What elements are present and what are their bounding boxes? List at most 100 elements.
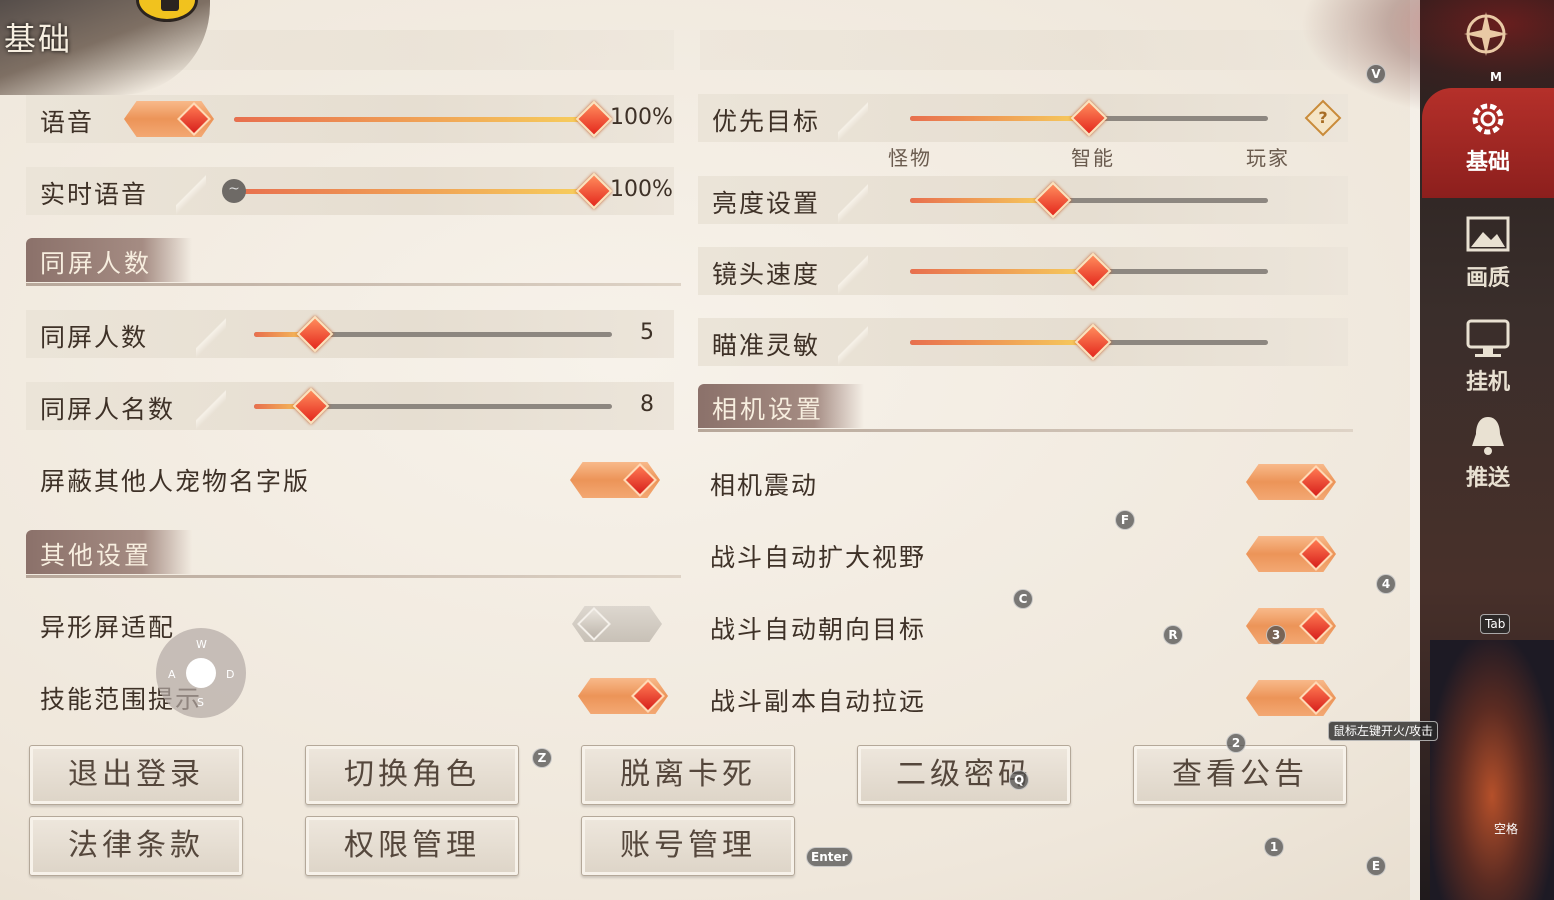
realtime-voice-value: 100%: [610, 177, 673, 202]
hide-pet-names-label: 屏蔽其他人宠物名字版: [40, 467, 311, 496]
voice-slider[interactable]: [234, 100, 613, 138]
key-hint-f: F: [1115, 510, 1135, 530]
key-hint-v: V: [1366, 64, 1386, 84]
sidebar-item-basic[interactable]: 基础: [1422, 88, 1554, 198]
aim-sensitivity-slider[interactable]: [910, 323, 1268, 361]
tick-monster: 怪物: [888, 146, 932, 170]
brightness-slider[interactable]: [910, 181, 1268, 219]
aim-sensitivity-label: 瞄准灵敏: [712, 331, 821, 360]
sidebar-item-idle[interactable]: 挂机: [1440, 318, 1536, 396]
screen-players-slider[interactable]: [254, 315, 612, 353]
voice-row: 语音 100%: [26, 95, 674, 143]
sidebar-item-push[interactable]: 推送: [1440, 414, 1536, 492]
sidebar-item-label: 基础: [1465, 149, 1510, 175]
hide-pet-names-row: 屏蔽其他人宠物名字版: [26, 448, 674, 508]
screen-names-row: 同屏人名数 8: [26, 382, 674, 430]
sidebar-item-label: 挂机: [1465, 369, 1510, 395]
notch-adapt-toggle[interactable]: [572, 606, 662, 642]
screen-players-row: 同屏人数 5: [26, 310, 674, 358]
monitor-icon: [1466, 319, 1510, 357]
key-d: D: [226, 668, 235, 681]
camera-shake-label: 相机震动: [710, 471, 819, 500]
key-hint-3: 3: [1266, 625, 1286, 645]
skill-range-row: 技能范围提示: [26, 666, 674, 726]
brightness-row: 亮度设置: [698, 176, 1348, 224]
picture-icon: [1466, 216, 1510, 252]
key-hint-m: M: [1490, 70, 1502, 84]
key-hint-tab: Tab: [1480, 614, 1511, 634]
section-title: 其他设置: [26, 530, 193, 574]
voice-value: 100%: [610, 105, 673, 130]
gear-icon: [1472, 103, 1504, 135]
voice-toggle[interactable]: [124, 101, 214, 137]
page-title: 基础: [4, 20, 73, 58]
joystick-knob[interactable]: [186, 658, 216, 688]
key-hint-space: 空格: [1494, 822, 1519, 836]
camera-shake-row: 相机震动: [696, 452, 1346, 512]
priority-target-slider[interactable]: [910, 99, 1268, 137]
unstuck-button[interactable]: 脱离卡死: [581, 745, 795, 805]
key-hint-c: C: [1013, 589, 1033, 609]
key-hint-z: Z: [532, 748, 552, 768]
key-hint-1: 1: [1264, 837, 1284, 857]
camera-speed-row: 镜头速度: [698, 247, 1348, 295]
camera-speed-slider[interactable]: [910, 252, 1268, 290]
tick-smart: 智能: [1071, 146, 1115, 170]
key-hint-e: E: [1366, 856, 1386, 876]
second-password-button[interactable]: 二级密码: [857, 745, 1071, 805]
section-other-settings: 其他设置: [26, 530, 681, 578]
section-camera-settings: 相机设置: [698, 384, 1353, 432]
screen-players-value: 5: [640, 320, 654, 345]
dungeon-auto-zoom-label: 战斗副本自动拉远: [710, 687, 927, 716]
legal-terms-button[interactable]: 法律条款: [29, 816, 243, 876]
key-hint-4: 4: [1376, 574, 1396, 594]
section-screen-players: 同屏人数: [26, 238, 681, 286]
realtime-voice-slider[interactable]: ~: [222, 172, 613, 210]
settings-screen: 基础 语音 100% 实时语音 ~ 100% 同屏人数 同屏人数 5 同屏人名数: [0, 0, 1554, 900]
auto-expand-view-row: 战斗自动扩大视野: [696, 524, 1346, 584]
notch-adapt-row: 异形屏适配: [26, 594, 674, 654]
priority-target-row: 优先目标 ?: [698, 94, 1348, 142]
key-hint-2: 2: [1226, 733, 1246, 753]
permissions-button[interactable]: 权限管理: [305, 816, 519, 876]
key-s: S: [197, 696, 204, 709]
partial-row-top-right: [700, 30, 1348, 70]
bell-icon: [1472, 417, 1504, 455]
camera-speed-label: 镜头速度: [712, 260, 821, 289]
skill-range-toggle[interactable]: [578, 678, 668, 714]
auto-expand-view-label: 战斗自动扩大视野: [710, 543, 927, 572]
key-hint-enter: Enter: [806, 847, 853, 867]
account-management-button[interactable]: 账号管理: [581, 816, 795, 876]
key-hint-mouse-attack: 鼠标左键开火/攻击: [1328, 721, 1439, 741]
sidebar-item-quality[interactable]: 画质: [1440, 214, 1536, 292]
section-title: 同屏人数: [26, 238, 193, 282]
minus-button[interactable]: ~: [222, 179, 246, 203]
brightness-label: 亮度设置: [712, 189, 821, 218]
logout-button[interactable]: 退出登录: [29, 745, 243, 805]
dungeon-auto-zoom-toggle[interactable]: [1246, 680, 1336, 716]
sidebar-item-label: 画质: [1465, 265, 1510, 291]
screen-players-label: 同屏人数: [40, 323, 149, 352]
auto-face-target-label: 战斗自动朝向目标: [710, 615, 927, 644]
aim-sensitivity-row: 瞄准灵敏: [698, 318, 1348, 366]
dragon-artwork: [1430, 640, 1554, 900]
notch-adapt-label: 异形屏适配: [40, 613, 176, 642]
camera-shake-toggle[interactable]: [1246, 464, 1336, 500]
screen-names-label: 同屏人名数: [40, 395, 176, 424]
compass-emblem-icon[interactable]: [1460, 8, 1512, 60]
virtual-joystick[interactable]: W A D S: [156, 628, 246, 718]
hide-pet-names-toggle[interactable]: [570, 462, 660, 498]
dungeon-auto-zoom-row: 战斗副本自动拉远: [696, 668, 1346, 728]
sidebar-item-label: 推送: [1465, 465, 1510, 491]
switch-role-button[interactable]: 切换角色: [305, 745, 519, 805]
realtime-voice-row: 实时语音 ~ 100%: [26, 167, 674, 215]
voice-label: 语音: [40, 108, 95, 137]
section-title: 相机设置: [698, 384, 865, 428]
view-notice-button[interactable]: 查看公告: [1133, 745, 1347, 805]
auto-face-target-toggle[interactable]: [1246, 608, 1336, 644]
screen-names-slider[interactable]: [254, 387, 612, 425]
priority-target-label: 优先目标: [712, 107, 821, 136]
key-w: W: [196, 638, 207, 651]
screen-names-value: 8: [640, 392, 654, 417]
auto-expand-view-toggle[interactable]: [1246, 536, 1336, 572]
